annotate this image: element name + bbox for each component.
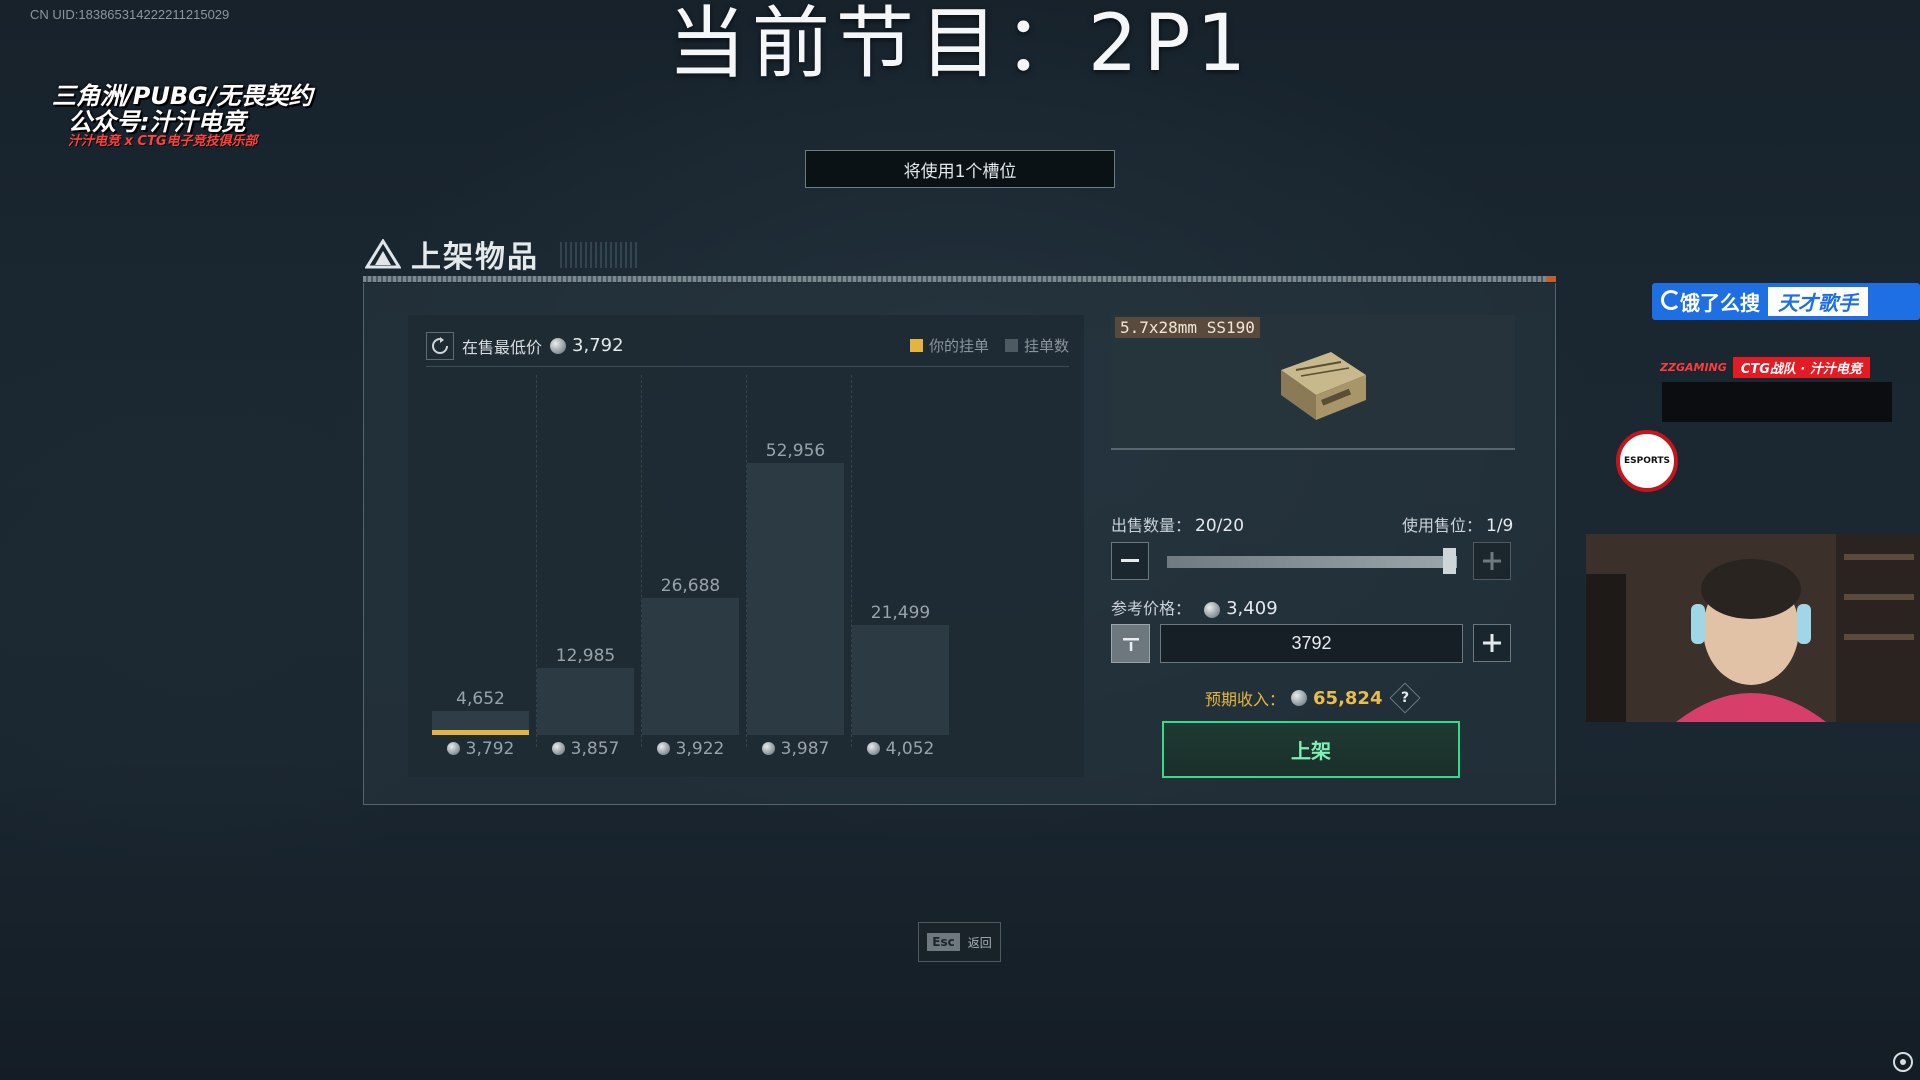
chart-bar [852, 625, 949, 735]
quantity-increase-button[interactable] [1473, 542, 1511, 580]
chart-bar-price: 4,052 [852, 739, 949, 763]
coin-icon [551, 742, 565, 755]
expected-income: 预期收入： 65,824 ? [1205, 682, 1422, 714]
item-preview: 5.7x28mm SS190 [1111, 315, 1515, 450]
ammo-box-icon [1281, 352, 1366, 420]
quantity-slider[interactable] [1167, 556, 1457, 568]
header-divider [363, 276, 1556, 282]
esc-key-icon: Esc [927, 933, 960, 951]
section-title: 上架物品 [411, 240, 539, 275]
legend-listing-count-label: 挂单数 [1023, 337, 1069, 355]
chart-bar-count: 21,499 [870, 603, 931, 623]
coin-icon [1204, 601, 1221, 618]
sell-quantity: 出售数量： 20/20 [1111, 512, 1244, 536]
search-ad-tag: 天才歌手 [1768, 287, 1868, 316]
search-ad-banner: 饿了么搜 天才歌手 [1652, 283, 1920, 320]
chart-header: 在售最低价 3,792 你的挂单 挂单数 [426, 325, 1069, 367]
section-header: 上架物品 [365, 234, 539, 275]
legend-your-listing-label: 你的挂单 [928, 337, 989, 355]
reference-price-value: 3,409 [1226, 598, 1278, 619]
chart-bar-column: 21,499 4,052 [828, 375, 956, 775]
list-item-button[interactable]: 上架 [1162, 721, 1460, 778]
chart-bar-price-value: 3,987 [780, 739, 830, 759]
coin-icon [446, 742, 460, 755]
reference-price-label: 参考价格： [1111, 599, 1192, 618]
back-label: 返回 [967, 935, 992, 950]
reference-price: 参考价格： 3,409 [1111, 595, 1278, 619]
triangle-logo-icon [365, 239, 401, 269]
chart-legend: 你的挂单 挂单数 [909, 335, 1069, 356]
help-icon[interactable]: ? [1389, 682, 1422, 714]
esports-badge-logo: ESPORTS [1616, 430, 1678, 492]
esc-back-hint[interactable]: Esc 返回 [918, 922, 1001, 962]
search-ad-text: 饿了么搜 [1680, 291, 1760, 315]
minus-icon [1121, 559, 1139, 562]
slot-usage-notice: 将使用1个槽位 [805, 150, 1115, 188]
expected-income-label: 预期收入： [1205, 690, 1286, 709]
coin-icon [656, 742, 670, 755]
sponsor-dark-bar [1662, 382, 1892, 422]
search-ad-logo-icon [1661, 290, 1681, 310]
price-down-icon [1122, 637, 1139, 651]
coin-icon [1291, 690, 1308, 706]
sell-quantity-label: 出售数量： [1111, 516, 1192, 535]
program-title: 当前节目：2P1 [667, 0, 1253, 89]
streamer-webcam [1586, 534, 1920, 722]
chart-bar-price-value: 4,052 [885, 739, 935, 759]
sale-slots-label: 使用售位： [1402, 516, 1483, 535]
chart-bar-price-value: 3,857 [570, 739, 620, 759]
coin-icon [866, 742, 880, 755]
expected-income-value: 65,824 [1313, 687, 1383, 709]
sale-slots: 使用售位： 1/9 [1402, 512, 1513, 536]
sponsor-top-left: ZZGAMING [1660, 360, 1727, 374]
coin-icon [550, 337, 567, 354]
lowest-price-label: 在售最低价 [462, 337, 543, 357]
price-input[interactable] [1160, 624, 1463, 663]
legend-listing-count: 挂单数 [1004, 335, 1069, 356]
coin-icon [761, 742, 775, 755]
sponsor-top-right: CTG战队 · 汁汁电竞 [1732, 356, 1870, 378]
plus-icon [1483, 634, 1501, 652]
sponsor-topbar: ZZGAMING CTG战队 · 汁汁电竞 [1660, 355, 1910, 379]
price-distribution-chart: 在售最低价 3,792 你的挂单 挂单数 4,652 3,792 12,985 3,8… [408, 315, 1084, 777]
sell-quantity-value: 20/20 [1195, 516, 1245, 536]
bars-area: 4,652 3,792 12,985 3,857 26,688 3,922 52,956 3,… [408, 375, 1084, 775]
sale-slots-value: 1/9 [1486, 516, 1514, 536]
legend-swatch-gray [1004, 339, 1018, 352]
refresh-button[interactable] [426, 331, 454, 360]
quantity-decrease-button[interactable] [1111, 542, 1149, 580]
chart-bar-price-value: 3,922 [675, 739, 725, 759]
item-name-tag: 5.7x28mm SS190 [1115, 317, 1260, 338]
quantity-slider-handle[interactable] [1443, 548, 1456, 574]
lowest-price-value: 3,792 [572, 335, 624, 356]
header-decor-stripe [560, 242, 640, 268]
price-decrease-button[interactable] [1111, 624, 1150, 663]
chart-bar-price-value: 3,792 [465, 739, 515, 759]
settings-icon[interactable] [1893, 1052, 1913, 1072]
price-increase-button[interactable] [1473, 624, 1511, 662]
legend-your-listing: 你的挂单 [909, 335, 989, 356]
sponsor-overlay: ZZGAMING CTG战队 · 汁汁电竞 ESPORTS [1612, 340, 1920, 492]
legend-swatch-yellow [909, 339, 923, 352]
sponsor-line-3: 汁汁电竞 x CTG电子竞技俱乐部 [68, 134, 258, 149]
plus-icon [1483, 552, 1501, 570]
refresh-icon [432, 336, 448, 354]
webcam-feed-image [1586, 534, 1920, 722]
